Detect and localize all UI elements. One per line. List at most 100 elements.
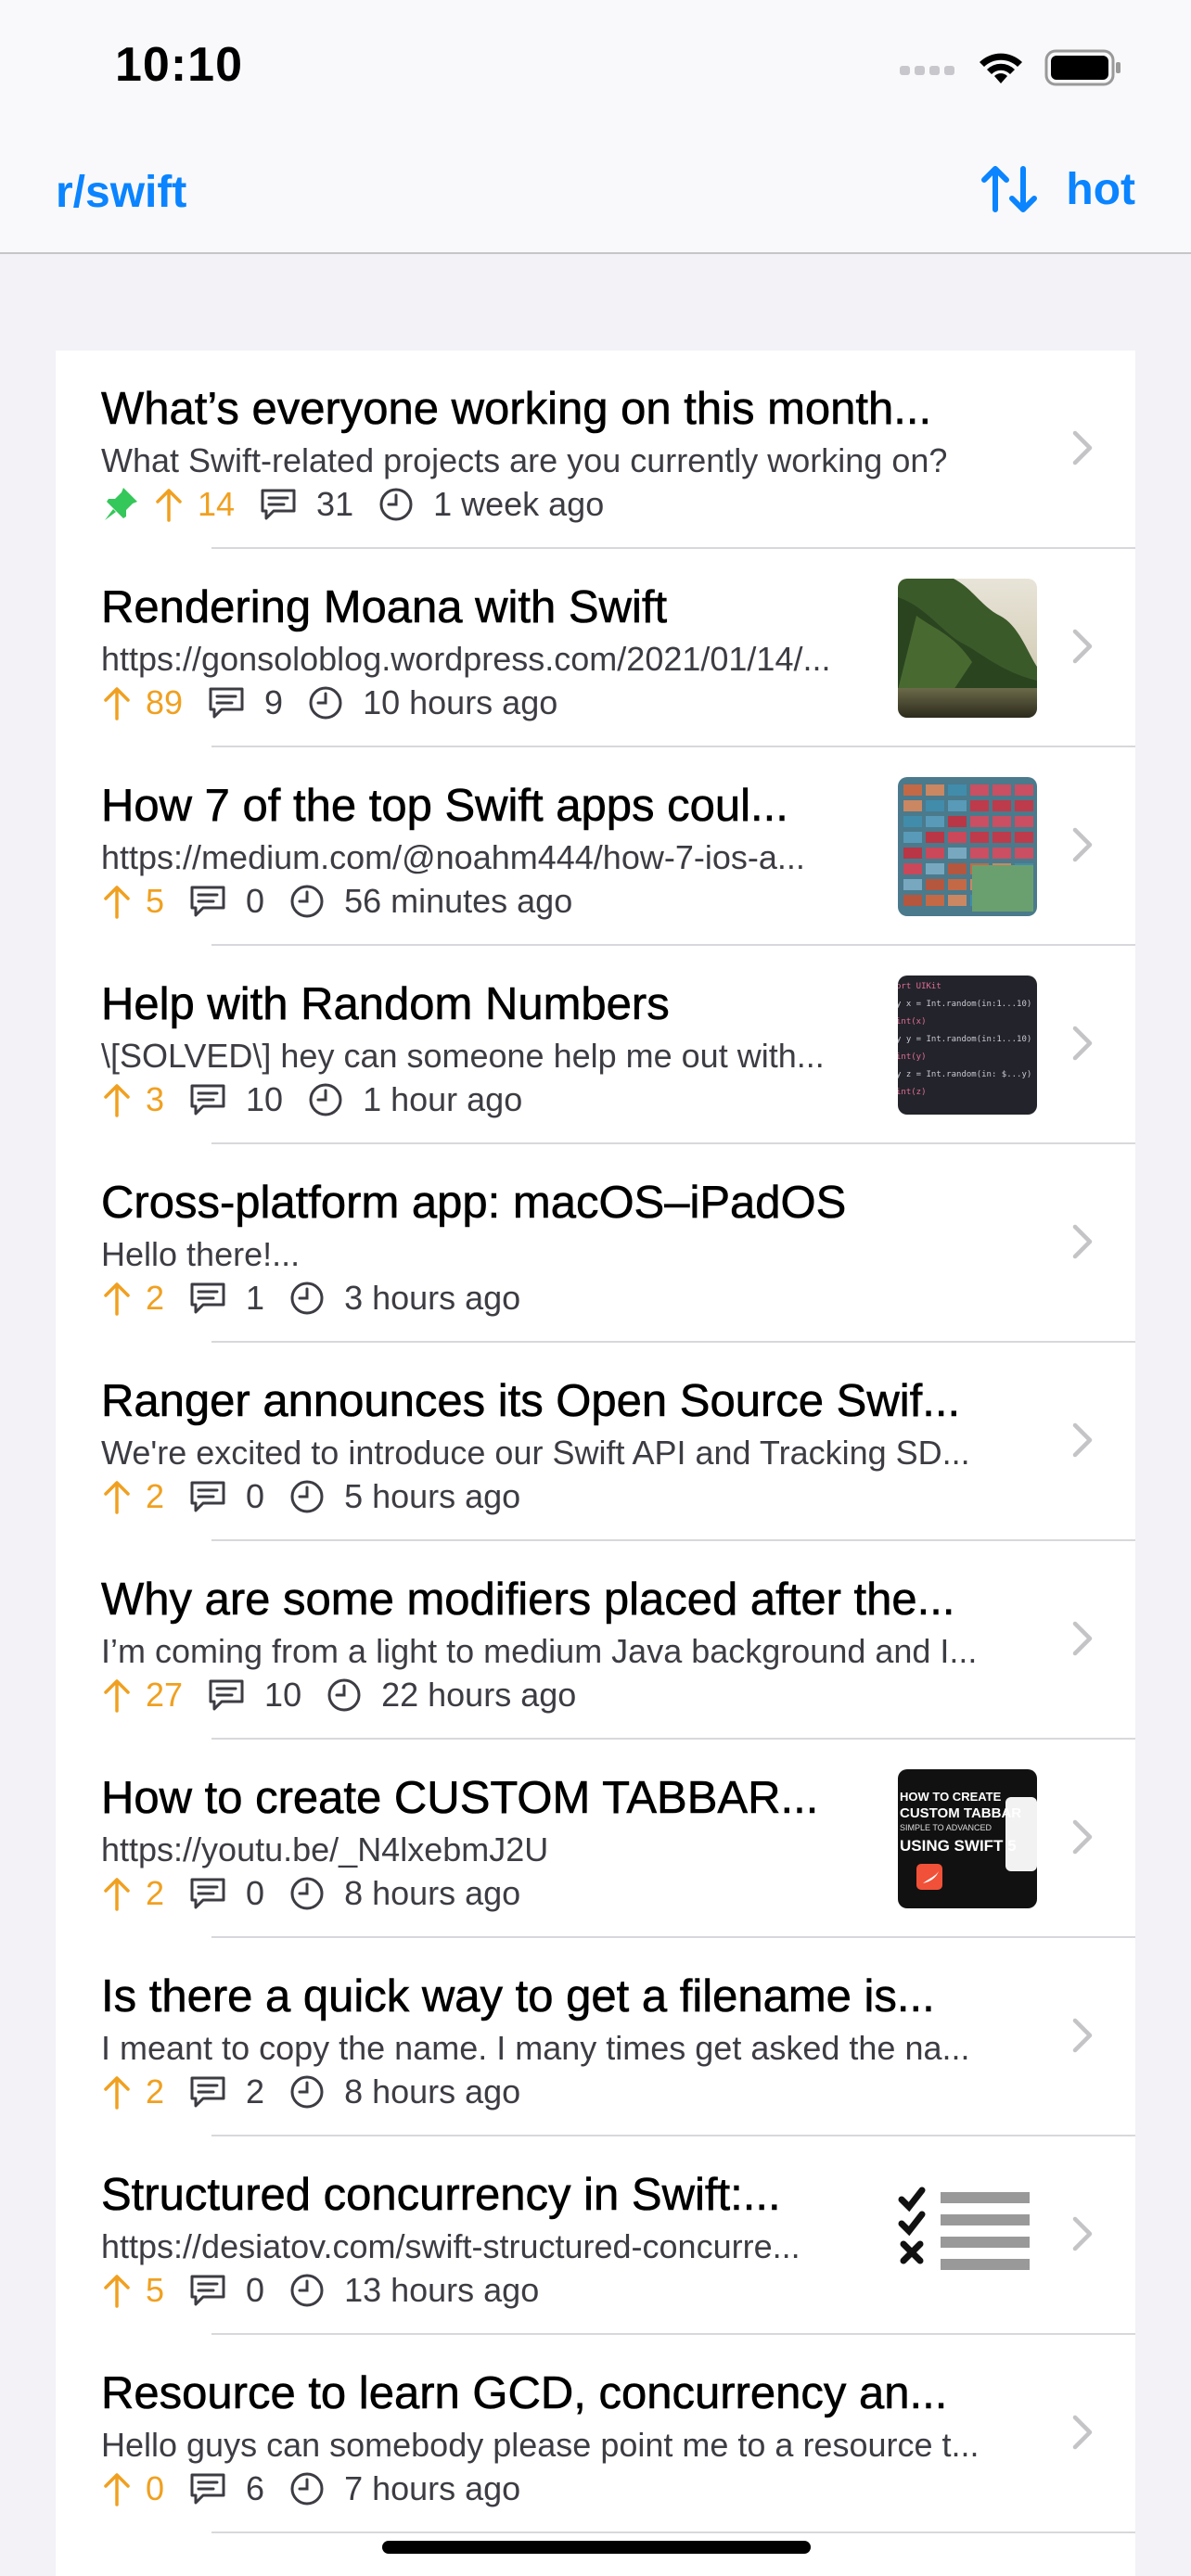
post-subtitle: I’m coming from a light to medium Java b…	[101, 1632, 978, 1670]
post-subtitle: \[SOLVED\] hey can someone help me out w…	[101, 1037, 825, 1075]
post-subtitle: We're excited to introduce our Swift API…	[101, 1434, 970, 1472]
post-subtitle: https://desiatov.com/swift-structured-co…	[101, 2227, 800, 2265]
post-age: 5 hours ago	[344, 1477, 521, 1515]
status-time: 10:10	[115, 38, 243, 92]
sort-control[interactable]: hot	[979, 161, 1135, 217]
post-subtitle: Hello guys can somebody please point me …	[101, 2426, 980, 2464]
chevron-right-icon	[1070, 2413, 1095, 2456]
score-count: 89	[146, 683, 184, 721]
post-title: Is there a quick way to get a filename i…	[101, 1971, 935, 2022]
post-meta: 5 0 13 hours ago	[101, 2268, 539, 2313]
post-row[interactable]: Is there a quick way to get a filename i…	[56, 1938, 1135, 2136]
comment-count: 10	[246, 1080, 284, 1118]
post-title: How 7 of the top Swift apps coul...	[101, 781, 788, 832]
chevron-right-icon	[1070, 825, 1095, 869]
post-thumbnail[interactable]: HOW TO CREATE CUSTOM TABBAR SIMPLE TO ADVA…	[898, 1769, 1037, 1908]
score-count: 14	[198, 485, 236, 523]
post-row[interactable]: Structured concurrency in Swift:... https…	[56, 2136, 1135, 2335]
post-thumbnail[interactable]	[898, 2166, 1037, 2305]
comment-count: 6	[246, 2469, 265, 2507]
score-count: 0	[146, 2469, 165, 2507]
post-age: 13 hours ago	[344, 2271, 540, 2309]
chevron-right-icon	[1070, 627, 1095, 670]
upvote-icon	[101, 1081, 133, 1118]
comment-count: 2	[246, 2072, 265, 2111]
clock-icon	[288, 1478, 326, 1515]
upvote-icon	[101, 1677, 133, 1714]
post-row[interactable]: Cross-platform app: macOS–iPadOS Hello th…	[56, 1144, 1135, 1343]
comment-icon	[188, 1478, 227, 1515]
post-meta: 2 0 5 hours ago	[101, 1474, 520, 1519]
post-title: Why are some modifiers placed after the.…	[101, 1575, 955, 1626]
svg-text:USING SWIFT 5: USING SWIFT 5	[900, 1837, 1017, 1855]
post-row[interactable]: How 7 of the top Swift apps coul... https…	[56, 747, 1135, 946]
clock-icon	[378, 486, 415, 523]
clock-icon	[307, 1081, 344, 1118]
comment-count: 1	[246, 1279, 265, 1317]
subreddit-title[interactable]: r/swift	[56, 167, 186, 218]
comment-icon	[188, 1081, 227, 1118]
svg-text:SIMPLE TO ADVANCED: SIMPLE TO ADVANCED	[900, 1823, 992, 1832]
chevron-right-icon	[1070, 1222, 1095, 1266]
post-list: What’s everyone working on this month...…	[56, 351, 1135, 2576]
comment-count: 0	[246, 882, 265, 920]
svg-text:HOW TO CREATE: HOW TO CREATE	[900, 1790, 1002, 1804]
post-title: Ranger announces its Open Source Swif...	[101, 1376, 961, 1427]
upvote-icon	[101, 2272, 133, 2309]
sort-arrows-icon[interactable]	[979, 161, 1040, 217]
upvote-icon	[101, 1478, 133, 1515]
post-row[interactable]: Help with Random Numbers \[SOLVED\] hey c…	[56, 946, 1135, 1144]
svg-text:ort UIKit: ort UIKit	[898, 982, 941, 991]
post-thumbnail[interactable]	[898, 777, 1037, 916]
svg-text:y z = Int.random(in: $...y): y z = Int.random(in: $...y)	[898, 1070, 1031, 1079]
post-meta: 2 0 8 hours ago	[101, 1871, 520, 1916]
comment-count: 0	[246, 1477, 265, 1515]
post-age: 10 hours ago	[363, 683, 558, 721]
post-age: 8 hours ago	[344, 1874, 521, 1912]
post-row[interactable]: Why are some modifiers placed after the.…	[56, 1541, 1135, 1740]
clock-icon	[288, 2470, 326, 2507]
clock-icon	[288, 2073, 326, 2111]
post-meta: 3 10 1 hour ago	[101, 1078, 522, 1122]
post-subtitle: https://medium.com/@noahm444/how-7-ios-a…	[101, 838, 805, 876]
post-age: 3 hours ago	[344, 1279, 521, 1317]
post-row[interactable]: Resource to learn GCD, concurrency an...…	[56, 2335, 1135, 2533]
post-thumbnail[interactable]	[898, 579, 1037, 718]
sort-label[interactable]: hot	[1066, 164, 1135, 215]
post-age: 1 week ago	[433, 485, 605, 523]
post-title: Resource to learn GCD, concurrency an...	[101, 2368, 948, 2419]
post-subtitle: Hello there!...	[101, 1235, 301, 1273]
comment-icon	[207, 1677, 246, 1714]
post-row[interactable]: Ranger announces its Open Source Swif...…	[56, 1343, 1135, 1541]
post-age: 8 hours ago	[344, 2072, 521, 2111]
post-meta: 0 6 7 hours ago	[101, 2467, 520, 2511]
home-indicator	[382, 2541, 811, 2554]
post-title: How to create CUSTOM TABBAR...	[101, 1773, 819, 1824]
post-meta: 2 2 8 hours ago	[101, 2070, 520, 2114]
upvote-icon	[101, 684, 133, 721]
comment-icon	[188, 2272, 227, 2309]
svg-text:y x = Int.random(in:1...10): y x = Int.random(in:1...10)	[898, 1000, 1031, 1009]
upvote-icon	[101, 1875, 133, 1912]
post-row[interactable]: What’s everyone working on this month...…	[56, 351, 1135, 549]
upvote-icon	[101, 1280, 133, 1317]
comment-count: 9	[264, 683, 284, 721]
comment-icon	[188, 2470, 227, 2507]
wifi-icon	[980, 53, 1022, 83]
comment-icon	[188, 1280, 227, 1317]
score-count: 2	[146, 1477, 165, 1515]
post-thumbnail[interactable]: ort UIKit y x = Int.random(in:1...10) int(…	[898, 976, 1037, 1115]
post-subtitle: https://youtu.be/_N4lxebmJ2U	[101, 1830, 549, 1868]
post-title: What’s everyone working on this month...	[101, 384, 932, 435]
upvote-icon	[153, 486, 185, 523]
score-count: 27	[146, 1676, 184, 1714]
status-bar: 10:10	[0, 0, 1191, 139]
comment-count: 10	[264, 1676, 302, 1714]
cellular-signal-icon	[900, 66, 954, 75]
post-row[interactable]: Rendering Moana with Swift https://gonsol…	[56, 549, 1135, 747]
svg-text:y y = Int.random(in:1...10): y y = Int.random(in:1...10)	[898, 1035, 1031, 1044]
post-age: 22 hours ago	[381, 1676, 577, 1714]
navigation-bar: r/swift hot	[0, 139, 1191, 254]
post-row[interactable]: How to create CUSTOM TABBAR... https://yo…	[56, 1740, 1135, 1938]
post-meta: 2 1 3 hours ago	[101, 1276, 520, 1320]
